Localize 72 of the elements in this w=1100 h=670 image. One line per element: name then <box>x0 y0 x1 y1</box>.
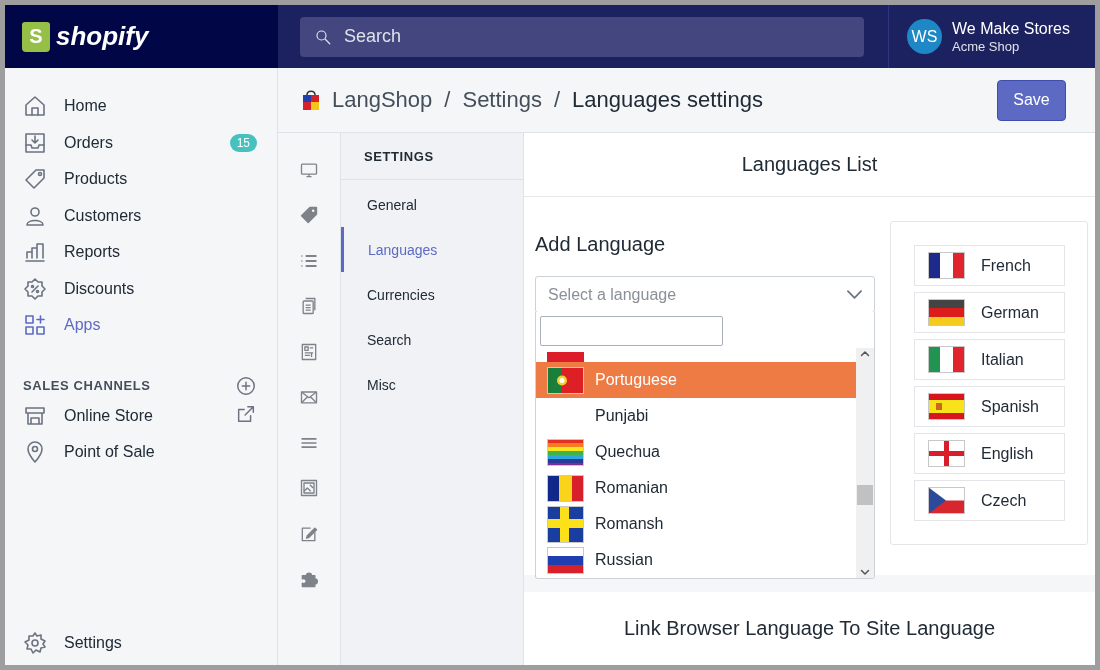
flag-icon <box>928 393 965 420</box>
breadcrumb-link[interactable]: LangShop <box>332 87 433 113</box>
nav-item[interactable]: Discounts <box>5 270 277 307</box>
language-button[interactable]: Czech <box>914 480 1065 521</box>
nav-item[interactable]: Online Store <box>5 397 277 434</box>
home-icon <box>23 94 47 119</box>
language-button[interactable]: Spanish <box>914 386 1065 427</box>
language-button[interactable]: Italian <box>914 339 1065 380</box>
section-title: Link Browser Language To Site Language <box>524 592 1095 665</box>
avatar[interactable]: WS <box>907 19 942 54</box>
language-option[interactable]: Punjabi <box>536 398 856 434</box>
nav-item[interactable]: Products <box>5 161 277 198</box>
flag-icon <box>928 487 965 514</box>
settings-heading: SETTINGS <box>341 133 523 180</box>
chevron-down-icon <box>847 290 862 299</box>
count-badge: 15 <box>229 133 257 152</box>
settings-menu-item[interactable]: Currencies <box>341 272 523 317</box>
breadcrumb-separator: / <box>553 87 561 113</box>
settings-menu-item[interactable]: Search <box>341 317 523 362</box>
tag-icon[interactable] <box>299 205 319 226</box>
inbox-icon <box>23 130 47 155</box>
nav-item[interactable]: Settings <box>5 624 277 661</box>
nav-item[interactable]: Point of Sale <box>5 434 277 471</box>
flag-icon <box>928 440 965 467</box>
logo-text: shopify <box>56 21 149 52</box>
breadcrumb-link[interactable]: Settings <box>462 87 542 113</box>
flag-icon <box>928 299 965 326</box>
nav-item[interactable]: Reports <box>5 234 277 271</box>
settings-menu-item[interactable]: Misc <box>341 362 523 407</box>
scrollbar-thumb[interactable] <box>857 485 873 505</box>
flag-icon <box>547 474 584 502</box>
flag-icon <box>547 366 584 394</box>
nav-item[interactable]: Customers <box>5 197 277 234</box>
search-icon <box>314 27 332 46</box>
newspaper-icon[interactable] <box>299 341 319 362</box>
image-icon[interactable] <box>299 478 319 499</box>
nav-item[interactable]: Apps <box>5 307 277 344</box>
save-button[interactable]: Save <box>997 79 1066 121</box>
shop-name: Acme Shop <box>952 38 1021 54</box>
store-name: We Make Stores <box>952 19 1070 38</box>
language-button[interactable]: German <box>914 292 1065 333</box>
apps-icon <box>23 313 47 338</box>
page-title: Languages settings <box>572 87 763 113</box>
language-button[interactable]: French <box>914 245 1065 286</box>
flag-icon <box>547 438 584 466</box>
flag-icon <box>928 252 965 279</box>
tag-icon <box>23 167 47 192</box>
flag-icon <box>547 505 584 543</box>
discount-icon <box>23 276 47 301</box>
scrollbar[interactable] <box>856 348 874 578</box>
dropdown-search-field[interactable] <box>540 316 723 346</box>
flag-icon <box>547 352 584 362</box>
language-option[interactable]: Quechua <box>536 434 856 470</box>
add-language-heading: Add Language <box>535 233 667 256</box>
section-heading: SALES CHANNELS <box>23 378 151 393</box>
logo-mark: S <box>22 21 50 52</box>
language-option[interactable]: Russian <box>536 542 856 578</box>
flag-icon <box>547 546 584 574</box>
shopping-bag-icon <box>302 89 320 111</box>
settings-icon <box>23 630 47 655</box>
section-title: Languages List <box>524 133 1095 197</box>
bar-chart-icon <box>23 240 47 265</box>
nav-item[interactable]: Orders 15 <box>5 124 277 161</box>
language-button[interactable]: English <box>914 433 1065 474</box>
add-circle-icon <box>235 374 257 397</box>
nav-item[interactable]: Home <box>5 88 277 125</box>
settings-menu-item[interactable]: General <box>341 182 523 227</box>
language-option[interactable]: Romanian <box>536 470 856 506</box>
language-option[interactable]: Romansh <box>536 506 856 542</box>
breadcrumb-separator: / <box>444 87 451 113</box>
search-field[interactable]: Search <box>300 16 864 57</box>
flag-icon <box>928 346 965 373</box>
